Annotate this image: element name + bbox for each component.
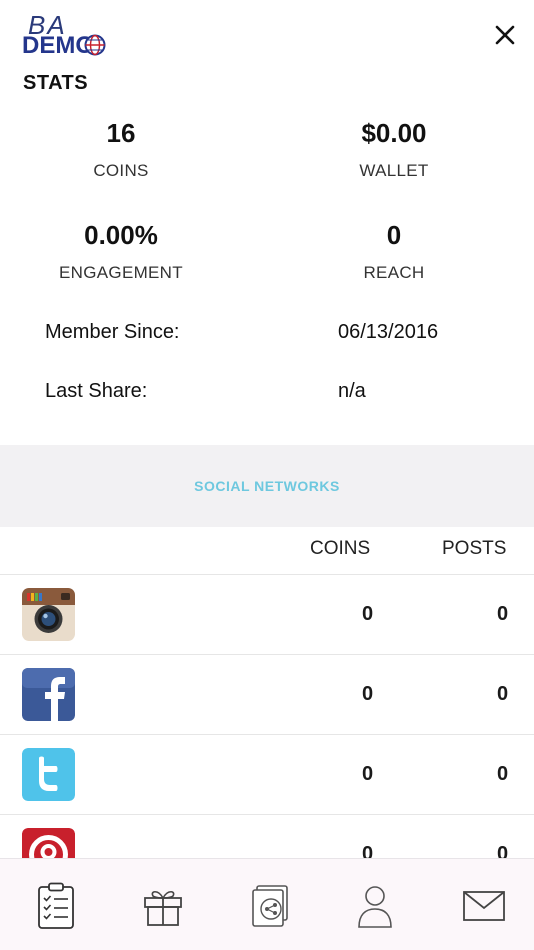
profile-stats-screen: BA DEMO STATS 16 COINS $0.00 WALLET 0.00… bbox=[0, 0, 534, 950]
stat-wallet-value: $0.00 bbox=[361, 118, 427, 148]
close-icon bbox=[495, 25, 515, 45]
instagram-icon bbox=[22, 588, 75, 641]
last-share-label: Last Share: bbox=[45, 380, 148, 402]
stat-reach-label: REACH bbox=[363, 263, 425, 282]
facebook-icon bbox=[22, 668, 75, 721]
stat-coins-value: 16 bbox=[106, 118, 136, 148]
share-document-icon bbox=[252, 885, 288, 927]
stat-engagement-value: 0.00% bbox=[84, 220, 158, 250]
table-row-twitter[interactable]: 0 0 bbox=[0, 735, 534, 815]
facebook-coins: 0 bbox=[362, 683, 374, 705]
stat-reach-value: 0 bbox=[386, 220, 402, 250]
ba-demo-logo: BA DEMO bbox=[22, 10, 112, 59]
globe-icon bbox=[84, 34, 106, 56]
twitter-icon bbox=[22, 748, 75, 801]
facebook-posts: 0 bbox=[497, 683, 509, 705]
gift-icon bbox=[144, 890, 182, 926]
stat-engagement: 0.00% ENGAGEMENT bbox=[1, 220, 241, 283]
social-networks-header: SOCIAL NETWORKS bbox=[0, 445, 534, 527]
social-networks-title: SOCIAL NETWORKS bbox=[194, 478, 340, 494]
tab-profile[interactable] bbox=[350, 881, 400, 931]
last-share-value: n/a bbox=[338, 380, 366, 402]
clipboard-checklist-icon bbox=[38, 882, 74, 929]
last-share-row: Last Share: n/a bbox=[0, 380, 534, 410]
column-posts: POSTS bbox=[442, 538, 507, 559]
user-icon bbox=[358, 886, 392, 928]
stat-engagement-label: ENGAGEMENT bbox=[59, 263, 183, 282]
table-row-facebook[interactable]: 0 0 bbox=[0, 655, 534, 735]
tab-rewards[interactable] bbox=[138, 881, 188, 931]
twitter-coins: 0 bbox=[362, 763, 374, 785]
bottom-tab-bar bbox=[0, 858, 534, 950]
table-row-instagram[interactable]: 0 0 bbox=[0, 575, 534, 655]
stat-reach: 0 REACH bbox=[274, 220, 514, 283]
stat-coins: 16 COINS bbox=[1, 118, 241, 181]
mail-icon bbox=[463, 891, 505, 921]
tab-messages[interactable] bbox=[459, 881, 509, 931]
stat-coins-label: COINS bbox=[93, 161, 149, 180]
twitter-posts: 0 bbox=[497, 763, 509, 785]
tab-share[interactable] bbox=[246, 881, 296, 931]
tab-tasks[interactable] bbox=[31, 881, 81, 931]
stat-wallet-label: WALLET bbox=[359, 161, 429, 180]
member-since-value: 06/13/2016 bbox=[338, 321, 439, 343]
close-button[interactable] bbox=[490, 20, 520, 50]
instagram-posts: 0 bbox=[497, 603, 509, 625]
member-since-label: Member Since: bbox=[45, 321, 180, 343]
member-since-row: Member Since: 06/13/2016 bbox=[0, 321, 534, 351]
column-coins: COINS bbox=[310, 538, 371, 559]
stats-title: STATS bbox=[23, 72, 89, 94]
header: BA DEMO bbox=[0, 0, 534, 72]
stat-wallet: $0.00 WALLET bbox=[274, 118, 514, 181]
instagram-coins: 0 bbox=[362, 603, 374, 625]
social-table-header: COINS POSTS bbox=[0, 527, 534, 575]
